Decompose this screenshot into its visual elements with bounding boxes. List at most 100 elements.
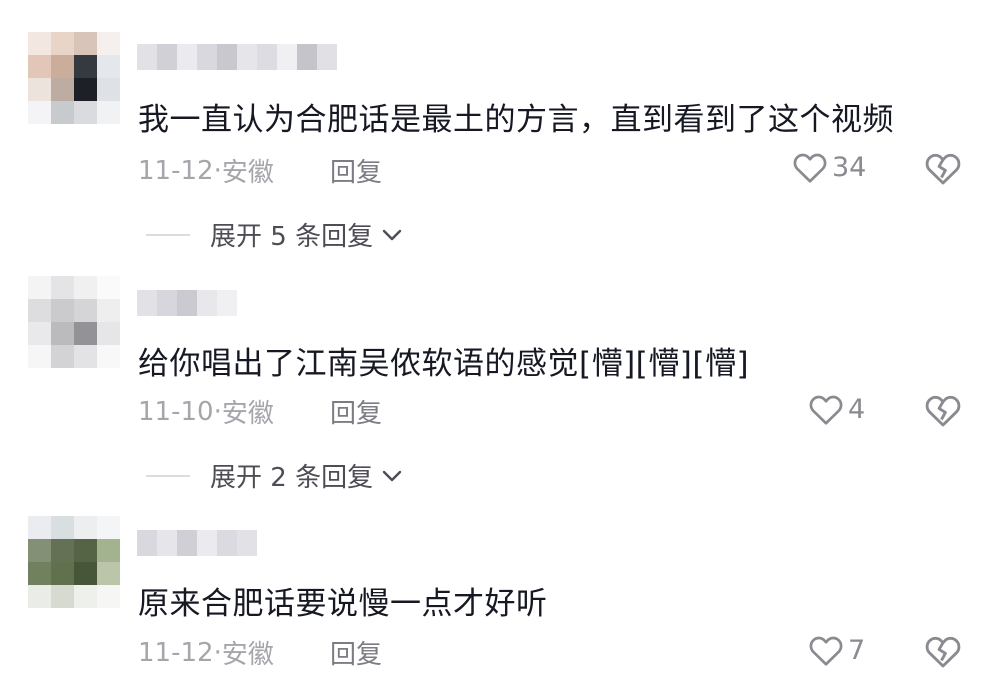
username-blurred[interactable] [137, 44, 337, 74]
avatar-pixel [51, 78, 74, 101]
comment-date: 11-12 [138, 155, 214, 186]
comment-location: 安徽 [221, 399, 274, 429]
avatar[interactable] [28, 32, 120, 124]
comment-text: 我一直认为合肥话是最土的方言，直到看到了这个视频 [138, 102, 894, 138]
comment-date: 11-10 [138, 396, 214, 427]
like-count: 34 [832, 151, 867, 183]
avatar-pixel [74, 322, 97, 345]
avatar-pixel [74, 562, 97, 585]
avatar-pixel [97, 78, 120, 101]
avatar-pixel [97, 299, 120, 322]
avatar-pixel [28, 345, 51, 368]
avatar-pixel [74, 539, 97, 562]
avatar-pixel [97, 101, 120, 124]
chevron-down-icon [382, 470, 402, 481]
reply-button[interactable]: 回复 [330, 152, 382, 189]
broken-heart-icon[interactable] [924, 150, 962, 186]
username-pixel [177, 44, 197, 70]
avatar-pixel [97, 55, 120, 78]
avatar-pixel [28, 276, 51, 299]
broken-heart-icon[interactable] [924, 392, 962, 428]
avatar-pixel [51, 516, 74, 539]
avatar-pixel [97, 345, 120, 368]
avatar-pixel [74, 585, 97, 608]
avatar-pixel [51, 322, 74, 345]
username-pixel [237, 44, 257, 70]
avatar-pixel [97, 562, 120, 585]
like-button[interactable]: 34 [792, 150, 866, 184]
avatar-pixel [97, 585, 120, 608]
avatar-pixel [74, 101, 97, 124]
comment-location: 安徽 [221, 640, 274, 670]
username-pixel [197, 530, 217, 556]
reply-button[interactable]: 回复 [330, 634, 382, 671]
username-blurred[interactable] [137, 290, 237, 320]
avatar-pixel [74, 516, 97, 539]
avatar-pixel [28, 299, 51, 322]
avatar-pixel [51, 276, 74, 299]
username-pixel [217, 530, 237, 556]
username-pixel [157, 530, 177, 556]
username-blurred[interactable] [137, 530, 257, 560]
username-pixel [317, 44, 337, 70]
avatar[interactable] [28, 516, 120, 608]
username-pixel [197, 290, 217, 316]
comment-date: 11-12 [138, 637, 214, 668]
username-pixel [277, 44, 297, 70]
avatar-pixel [97, 32, 120, 55]
avatar-pixel [51, 539, 74, 562]
comment-meta: 11-10 · 安徽 [138, 393, 274, 430]
expand-replies-label: 展开 2 条回复 [210, 463, 374, 493]
avatar-pixel [74, 55, 97, 78]
like-count: 4 [848, 393, 866, 425]
heart-outline-icon [809, 636, 843, 666]
avatar-pixel [74, 299, 97, 322]
divider-line [146, 233, 190, 236]
avatar-pixel [51, 101, 74, 124]
avatar-pixel [28, 32, 51, 55]
username-pixel [157, 290, 177, 316]
avatar[interactable] [28, 276, 120, 368]
comment-meta: 11-12 · 安徽 [138, 634, 274, 671]
username-pixel [177, 290, 197, 316]
username-pixel [197, 44, 217, 70]
avatar-pixel [28, 585, 51, 608]
avatar-pixel [28, 322, 51, 345]
avatar-pixel [51, 55, 74, 78]
broken-heart-icon[interactable] [924, 633, 962, 669]
reply-button[interactable]: 回复 [330, 393, 382, 430]
avatar-pixel [28, 78, 51, 101]
like-button[interactable]: 4 [808, 392, 865, 426]
avatar-pixel [51, 299, 74, 322]
username-pixel [157, 44, 177, 70]
avatar-pixel [97, 539, 120, 562]
like-count: 7 [848, 634, 866, 666]
username-pixel [237, 530, 257, 556]
avatar-pixel [74, 276, 97, 299]
avatar-pixel [74, 345, 97, 368]
comment-text: 原来合肥话要说慢一点才好听 [138, 586, 548, 622]
like-button[interactable]: 7 [808, 633, 865, 667]
avatar-pixel [51, 585, 74, 608]
expand-replies-button[interactable]: 展开 2 条回复 [146, 457, 403, 494]
expand-replies-label: 展开 5 条回复 [210, 222, 374, 252]
avatar-pixel [74, 32, 97, 55]
avatar-pixel [51, 562, 74, 585]
username-pixel [177, 530, 197, 556]
avatar-pixel [28, 516, 51, 539]
comment-location: 安徽 [221, 158, 274, 188]
avatar-pixel [97, 516, 120, 539]
avatar-pixel [28, 101, 51, 124]
username-pixel [217, 44, 237, 70]
username-pixel [217, 290, 237, 316]
avatar-pixel [28, 539, 51, 562]
avatar-pixel [28, 55, 51, 78]
heart-outline-icon [793, 153, 827, 183]
username-pixel [257, 44, 277, 70]
heart-outline-icon [809, 395, 843, 425]
chevron-down-icon [382, 229, 402, 240]
avatar-pixel [51, 32, 74, 55]
avatar-pixel [28, 562, 51, 585]
comment-meta: 11-12 · 安徽 [138, 152, 274, 189]
expand-replies-button[interactable]: 展开 5 条回复 [146, 216, 403, 253]
